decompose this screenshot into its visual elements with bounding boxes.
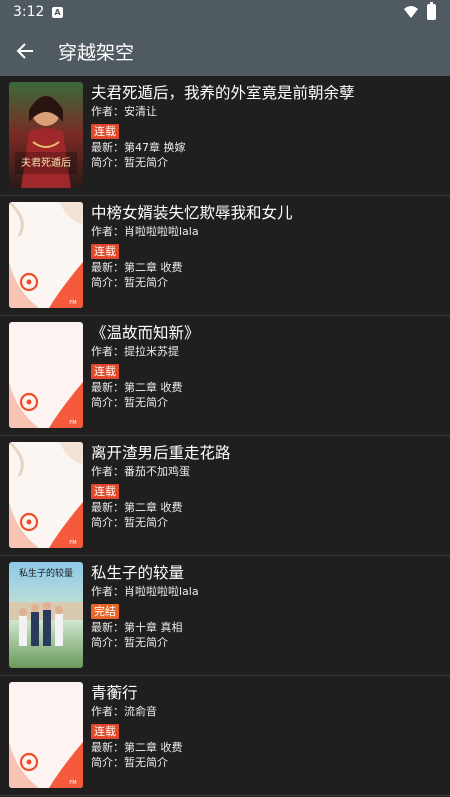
book-title[interactable]: 青蘅行 (91, 682, 441, 704)
book-latest-chapter: 最新：第十章 真相 (91, 620, 183, 634)
book-title[interactable]: 离开渣男后重走花路 (91, 442, 441, 464)
book-item[interactable]: FM 青蘅行 作者：流俞音 连载 最新：第二章 收费 简介：暂无简介 (0, 676, 450, 796)
book-intro: 简介：暂无简介 (91, 396, 168, 409)
status-badge: 完结 (91, 603, 119, 619)
status-badge: 连载 (91, 123, 119, 139)
book-cover[interactable]: 夫君死遁后 (9, 82, 83, 188)
svg-text:FM: FM (69, 780, 76, 786)
book-author: 作者：安清让 (91, 105, 157, 118)
page-title: 穿越架空 (58, 42, 135, 64)
book-item[interactable]: 私生子的较量 私生子的较量 作者：肖啦啦啦啦lala 完结 最新：第十章 真相 … (0, 556, 450, 676)
book-author: 作者：流俞音 (91, 705, 157, 718)
battery-icon (427, 2, 436, 20)
book-item[interactable]: FM 《温故而知新》 作者：提拉米苏提 连载 最新：第二章 收费 简介：暂无简介 (0, 316, 450, 436)
book-item[interactable]: 夫君死遁后 夫君死遁后，我养的外室竟是前朝余孽 作者：安清让 连载 最新：第47… (0, 76, 450, 196)
wifi-icon (404, 6, 418, 18)
back-button[interactable] (10, 36, 40, 66)
svg-text:私生子的较量: 私生子的较量 (19, 567, 73, 579)
book-author: 作者：提拉米苏提 (91, 345, 179, 358)
book-latest-chapter: 最新：第二章 收费 (91, 380, 183, 394)
svg-text:夫君死遁后: 夫君死遁后 (21, 156, 71, 169)
status-badge: 连载 (91, 363, 119, 379)
svg-text:FM: FM (69, 420, 76, 426)
book-latest-chapter: 最新：第二章 收费 (91, 260, 183, 274)
book-title[interactable]: 中榜女婿装失忆欺辱我和女儿 (91, 202, 441, 224)
book-intro: 简介：暂无简介 (91, 636, 168, 649)
svg-text:FM: FM (69, 300, 76, 306)
book-latest-chapter: 最新：第二章 收费 (91, 740, 183, 754)
app-bar: 穿越架空 (0, 26, 450, 76)
book-intro: 简介：暂无简介 (91, 156, 168, 169)
notification-icon: A (52, 7, 63, 18)
book-item[interactable]: FM 离开渣男后重走花路 作者：番茄不加鸡蛋 连载 最新：第二章 收费 简介：暂… (0, 436, 450, 556)
book-item[interactable]: FM 中榜女婿装失忆欺辱我和女儿 作者：肖啦啦啦啦lala 连载 最新：第二章 … (0, 196, 450, 316)
book-cover[interactable]: 私生子的较量 (9, 562, 83, 668)
book-intro: 简介：暂无简介 (91, 756, 168, 769)
book-title[interactable]: 夫君死遁后，我养的外室竟是前朝余孽 (91, 82, 441, 104)
book-title[interactable]: 私生子的较量 (91, 562, 441, 584)
book-intro: 简介：暂无简介 (91, 276, 168, 289)
book-cover[interactable]: FM (9, 682, 83, 788)
book-cover[interactable]: FM (9, 202, 83, 308)
status-bar: 3:12 A (0, 0, 450, 26)
book-latest-chapter: 最新：第二章 收费 (91, 500, 183, 514)
status-badge: 连载 (91, 723, 119, 739)
arrow-back-icon (16, 43, 33, 59)
book-author: 作者：肖啦啦啦啦lala (91, 225, 199, 238)
svg-text:FM: FM (69, 540, 76, 546)
book-author: 作者：番茄不加鸡蛋 (91, 465, 190, 478)
status-badge: 连载 (91, 243, 119, 259)
book-author: 作者：肖啦啦啦啦lala (91, 585, 199, 598)
book-list[interactable]: 夫君死遁后 夫君死遁后，我养的外室竟是前朝余孽 作者：安清让 连载 最新：第47… (0, 76, 450, 797)
book-cover[interactable]: FM (9, 442, 83, 548)
book-intro: 简介：暂无简介 (91, 516, 168, 529)
status-badge: 连载 (91, 483, 119, 499)
book-cover[interactable]: FM (9, 322, 83, 428)
status-time: 3:12 (13, 4, 45, 20)
book-latest-chapter: 最新：第47章 换嫁 (91, 140, 186, 154)
book-title[interactable]: 《温故而知新》 (91, 322, 441, 344)
